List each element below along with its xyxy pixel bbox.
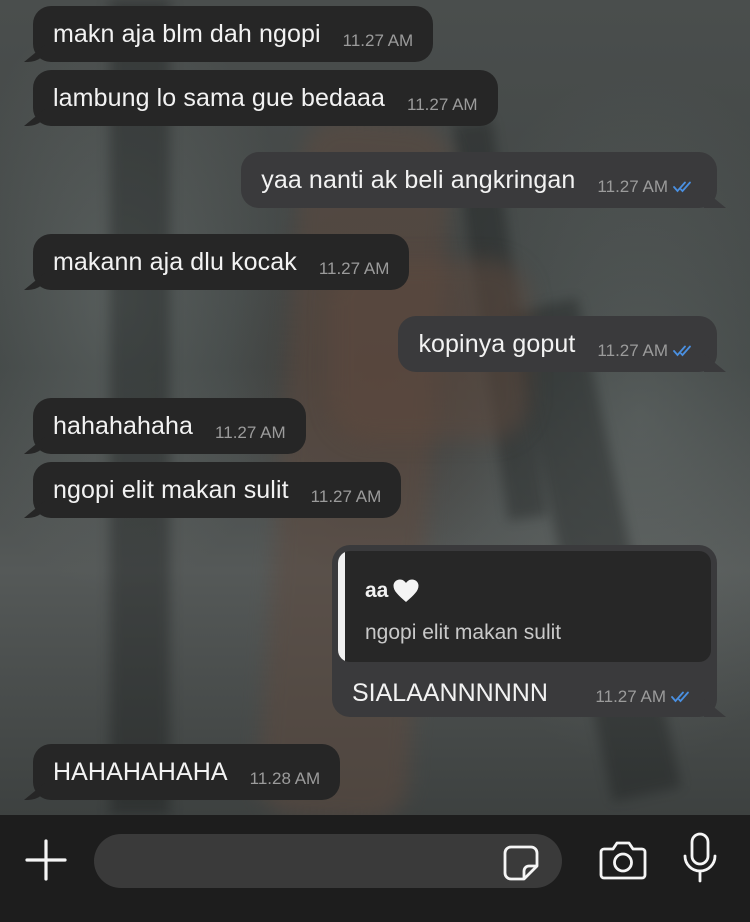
message-bubble-incoming[interactable]: lambung lo sama gue bedaaa 11.27 AM: [33, 70, 498, 126]
message-time: 11.28 AM: [249, 769, 321, 788]
message-text: lambung lo sama gue bedaaa: [53, 83, 386, 112]
message-bubble-outgoing[interactable]: kopinya goput 11.27 AM: [398, 316, 717, 372]
message-text: yaa nanti ak beli angkringan: [261, 165, 576, 194]
message-time-label: 11.27 AM: [595, 687, 666, 706]
quoted-sender: aa: [365, 578, 420, 604]
message-bubble-incoming[interactable]: makann aja dlu kocak 11.27 AM: [33, 234, 410, 290]
message-text: makann aja dlu kocak: [53, 247, 297, 276]
message-time-label: 11.27 AM: [597, 341, 668, 360]
message-bubble-incoming[interactable]: ngopi elit makan sulit 11.27 AM: [33, 462, 402, 518]
message-bubble-outgoing[interactable]: yaa nanti ak beli angkringan 11.27 AM: [241, 152, 717, 208]
message-bubble-incoming[interactable]: makn aja blm dah ngopi 11.27 AM: [33, 6, 434, 62]
quote-bar: [338, 551, 345, 662]
message-time: 11.27 AM: [595, 687, 695, 707]
plus-icon[interactable]: [24, 838, 68, 882]
message-text: makn aja blm dah ngopi: [53, 19, 321, 48]
message-text: kopinya goput: [418, 329, 576, 358]
message-time: 11.27 AM: [597, 177, 697, 197]
sticker-icon[interactable]: [502, 844, 540, 882]
reply-message-bubble[interactable]: aa ngopi elit makan sulit SIALAANNNNNN 1…: [332, 545, 717, 717]
quoted-text: ngopi elit makan sulit: [365, 621, 562, 644]
quoted-message[interactable]: aa ngopi elit makan sulit: [338, 551, 711, 662]
read-receipt-icon: [671, 691, 689, 703]
read-receipt-icon: [673, 345, 691, 357]
message-time-label: 11.27 AM: [597, 177, 668, 196]
camera-icon[interactable]: [598, 838, 648, 882]
message-time: 11.27 AM: [318, 259, 390, 278]
microphone-icon[interactable]: [682, 832, 718, 884]
quoted-sender-name: aa: [365, 579, 389, 602]
read-receipt-icon: [673, 181, 691, 193]
message-time: 11.27 AM: [597, 341, 697, 361]
message-text: HAHAHAHAHA: [53, 757, 228, 786]
message-text: hahahahaha: [53, 411, 194, 440]
message-time: 11.27 AM: [407, 95, 478, 114]
message-time: 11.27 AM: [215, 423, 286, 442]
message-time: 11.27 AM: [342, 31, 414, 50]
message-text: ngopi elit makan sulit: [53, 475, 289, 504]
message-text: SIALAANNNNNN: [352, 679, 548, 707]
white-heart-icon: [393, 579, 419, 602]
message-time: 11.27 AM: [310, 487, 382, 506]
message-input[interactable]: [94, 834, 562, 888]
message-bubble-incoming[interactable]: HAHAHAHAHA 11.28 AM: [33, 744, 341, 800]
message-bubble-incoming[interactable]: hahahahaha 11.27 AM: [33, 398, 306, 454]
